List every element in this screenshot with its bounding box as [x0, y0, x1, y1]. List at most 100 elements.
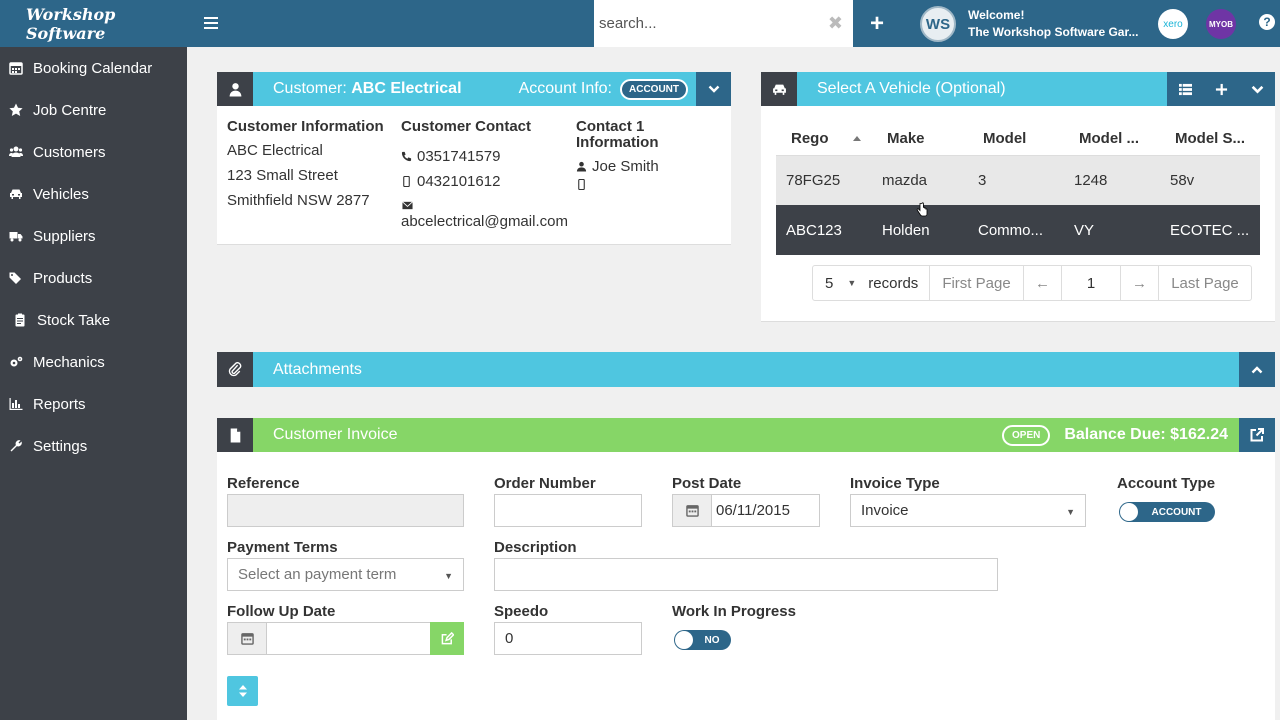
search-input[interactable] [594, 0, 814, 47]
mobile-icon [403, 176, 410, 187]
sidebar-item-label: Suppliers [33, 227, 96, 245]
page-size-select[interactable]: 5 ▼ records [813, 266, 930, 300]
post-date-field[interactable]: 06/11/2015 [711, 494, 820, 527]
table-cell: Commo... [968, 205, 1064, 255]
sidebar-item-stock-take[interactable]: Stock Take [0, 299, 187, 341]
sidebar-item-booking-calendar[interactable]: Booking Calendar [0, 47, 187, 89]
payment-terms-select[interactable]: Select an payment term ▼ [227, 558, 464, 591]
phone-number[interactable]: 0351741579 [417, 144, 500, 169]
invoice-type-select[interactable]: Invoice ▼ [850, 494, 1086, 527]
vehicle-panel: Select A Vehicle (Optional) Rego Make Mo… [761, 72, 1275, 322]
customer-info-line: ABC Electrical [227, 142, 323, 159]
column-header[interactable]: Model [968, 122, 1064, 156]
sidebar-item-suppliers[interactable]: Suppliers [0, 215, 187, 257]
calendar-icon[interactable] [227, 622, 267, 655]
company-logo[interactable]: WS [920, 6, 956, 42]
help-icon[interactable]: ? [1259, 14, 1275, 30]
sidebar-item-reports[interactable]: Reports [0, 383, 187, 425]
toggle-knob [675, 631, 693, 649]
sidebar-item-vehicles[interactable]: Vehicles [0, 173, 187, 215]
sidebar-item-label: Settings [33, 437, 88, 455]
table-cell: 1248 [1064, 155, 1160, 205]
description-label: Description [494, 539, 577, 556]
sidebar-item-job-centre[interactable]: Job Centre [0, 89, 187, 131]
column-header[interactable]: Model ... [1064, 122, 1160, 156]
work-in-progress-value: NO [704, 634, 720, 646]
payment-terms-label: Payment Terms [227, 539, 338, 556]
vehicle-table: Rego Make Model Model ... Model S... 78F… [776, 122, 1260, 255]
reorder-button[interactable] [227, 676, 258, 706]
account-badge[interactable]: ACCOUNT [620, 78, 688, 100]
customer-name[interactable]: ABC Electrical [351, 80, 461, 97]
bar-chart-icon [6, 396, 26, 412]
plus-icon[interactable]: + [870, 10, 884, 38]
column-header[interactable]: Make [872, 122, 968, 156]
column-header[interactable]: Rego [776, 122, 872, 156]
wrench-icon [6, 438, 26, 454]
myob-icon[interactable]: MYOB [1206, 9, 1236, 39]
paperclip-icon [217, 352, 253, 387]
menu-toggle-icon[interactable] [200, 12, 222, 34]
car-icon [761, 72, 797, 106]
expand-button[interactable] [1239, 352, 1275, 387]
close-icon[interactable]: ✖ [828, 13, 843, 34]
last-page-button[interactable]: Last Page [1159, 266, 1251, 300]
first-page-button[interactable]: First Page [930, 266, 1024, 300]
caret-down-icon: ▼ [444, 571, 453, 581]
welcome-block[interactable]: Welcome! The Workshop Software Gar... [968, 7, 1138, 41]
xero-icon[interactable]: xero [1158, 9, 1188, 39]
table-row[interactable]: 78FG25 mazda 3 1248 58v [776, 155, 1260, 205]
add-vehicle-button[interactable] [1203, 72, 1239, 106]
phone-icon [401, 151, 412, 162]
sidebar-item-settings[interactable]: Settings [0, 425, 187, 467]
sort-icon [238, 685, 247, 697]
sort-asc-icon[interactable] [852, 136, 861, 142]
sidebar-item-products[interactable]: Products [0, 257, 187, 299]
collapse-button[interactable] [696, 72, 731, 106]
current-page[interactable]: 1 [1062, 266, 1121, 300]
garage-name: The Workshop Software Gar... [968, 25, 1139, 39]
welcome-text: Welcome! [968, 8, 1025, 22]
order-number-label: Order Number [494, 475, 596, 492]
edit-button[interactable] [430, 622, 464, 655]
prev-page-button[interactable]: ← [1024, 266, 1062, 300]
table-row[interactable]: ABC123 Holden Commo... VY ECOTEC ... [776, 205, 1260, 255]
list-view-button[interactable] [1167, 72, 1203, 106]
follow-up-date-field[interactable] [266, 622, 431, 655]
reference-field[interactable] [227, 494, 464, 527]
contact-1-information: Contact 1 Information Joe Smith [576, 119, 726, 190]
sidebar: Booking Calendar Job Centre Customers Ve… [0, 47, 187, 720]
sidebar-item-label: Products [33, 269, 93, 287]
truck-icon [6, 228, 26, 244]
next-page-button[interactable]: → [1121, 266, 1159, 300]
table-cell: VY [1064, 205, 1160, 255]
brand-logo[interactable]: Workshop Software [0, 0, 187, 47]
order-number-field[interactable] [494, 494, 642, 527]
speedo-field[interactable]: 0 [494, 622, 642, 655]
status-badge[interactable]: OPEN [1002, 424, 1051, 446]
sidebar-item-customers[interactable]: Customers [0, 131, 187, 173]
list-icon [1178, 83, 1192, 95]
sidebar-item-label: Mechanics [33, 353, 105, 371]
account-type-toggle[interactable]: ACCOUNT [1119, 502, 1215, 522]
work-in-progress-toggle[interactable]: NO [674, 630, 731, 650]
reference-label: Reference [227, 475, 300, 492]
sidebar-item-mechanics[interactable]: Mechanics [0, 341, 187, 383]
column-header[interactable]: Model S... [1160, 122, 1260, 156]
account-info-label: Account Info: [518, 80, 612, 97]
follow-up-date-label: Follow Up Date [227, 603, 336, 620]
collapse-button[interactable] [1239, 72, 1275, 106]
page-size-value: 5 [825, 274, 834, 292]
sidebar-item-label: Job Centre [33, 101, 107, 119]
email-address[interactable]: abcelectrical@gmail.com [401, 214, 571, 230]
calendar-icon[interactable] [672, 494, 712, 527]
account-type-value: ACCOUNT [1151, 506, 1202, 518]
customer-information: Customer Information ABC Electrical 123 … [227, 119, 387, 213]
attachments-header[interactable]: Attachments [217, 352, 1275, 387]
open-external-button[interactable] [1239, 418, 1275, 452]
post-date-label: Post Date [672, 475, 742, 492]
sidebar-item-label: Customers [33, 143, 106, 161]
description-field[interactable] [494, 558, 998, 591]
phone-row: 0351741579 [401, 144, 571, 169]
mobile-number[interactable]: 0432101612 [417, 169, 500, 194]
